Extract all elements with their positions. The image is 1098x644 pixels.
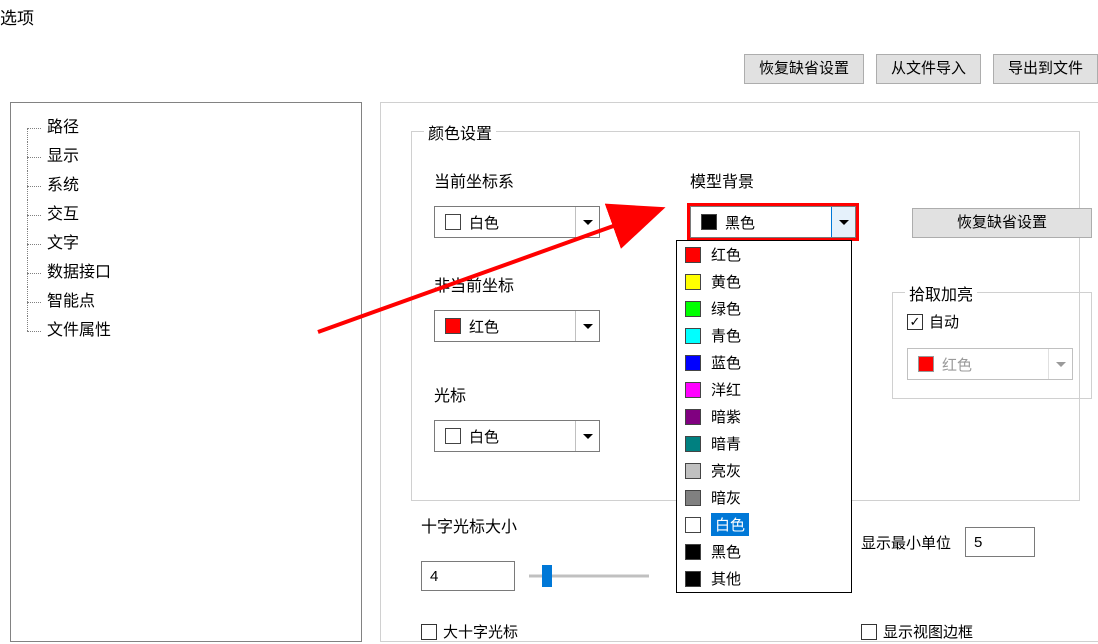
color-swatch [445, 318, 461, 334]
color-swatch [685, 382, 701, 398]
min-unit-label: 显示最小单位 [861, 532, 951, 553]
dropdown-item[interactable]: 白色 [677, 511, 851, 538]
dropdown-item[interactable]: 黄色 [677, 268, 851, 295]
color-swatch [685, 328, 701, 344]
cursor-color-combo[interactable]: 白色 [434, 420, 600, 452]
color-swatch [685, 490, 701, 506]
cross-cursor-size-slider[interactable] [529, 564, 649, 588]
color-swatch [685, 463, 701, 479]
min-unit-input[interactable] [965, 527, 1035, 557]
auto-highlight-checkbox[interactable]: ✓ 自动 [907, 311, 1077, 332]
color-swatch [685, 409, 701, 425]
show-view-border-checkbox[interactable]: 显示视图边框 [861, 621, 973, 642]
chevron-down-icon [575, 207, 599, 237]
dropdown-item[interactable]: 洋红 [677, 376, 851, 403]
tree-item[interactable]: 路径 [19, 113, 353, 142]
color-swatch [685, 517, 701, 533]
tree-item[interactable]: 智能点 [19, 287, 353, 316]
checkbox-icon [421, 624, 437, 640]
restore-defaults-button[interactable]: 恢复缺省设置 [744, 54, 864, 84]
dropdown-item[interactable]: 蓝色 [677, 349, 851, 376]
chevron-down-icon [1048, 349, 1072, 379]
color-swatch [918, 356, 934, 372]
color-swatch [685, 544, 701, 560]
dropdown-item[interactable]: 青色 [677, 322, 851, 349]
non-current-coord-label: 非当前坐标 [434, 272, 600, 296]
color-swatch [685, 301, 701, 317]
color-swatch [685, 436, 701, 452]
color-dropdown-list[interactable]: 红色黄色绿色青色蓝色洋红暗紫暗青亮灰暗灰白色黑色其他 [676, 240, 852, 593]
cross-cursor-size-input[interactable] [421, 561, 515, 591]
top-button-bar: 恢复缺省设置 从文件导入 导出到文件 [744, 54, 1098, 84]
non-current-coord-combo[interactable]: 红色 [434, 310, 600, 342]
big-cross-cursor-checkbox[interactable]: 大十字光标 [421, 621, 649, 642]
model-bg-combo[interactable]: 黑色 [690, 206, 856, 238]
current-coord-label: 当前坐标系 [434, 168, 600, 192]
dropdown-item[interactable]: 暗青 [677, 430, 851, 457]
tree-item[interactable]: 文字 [19, 229, 353, 258]
current-coord-combo[interactable]: 白色 [434, 206, 600, 238]
color-swatch [445, 214, 461, 230]
highlight-group-title: 拾取加亮 [905, 281, 977, 305]
tree-item[interactable]: 系统 [19, 171, 353, 200]
chevron-down-icon [831, 207, 855, 237]
chevron-down-icon [575, 311, 599, 341]
color-swatch [685, 247, 701, 263]
color-swatch [701, 214, 717, 230]
export-to-file-button[interactable]: 导出到文件 [993, 54, 1098, 84]
tree-item[interactable]: 文件属性 [19, 316, 353, 345]
color-swatch [445, 428, 461, 444]
dropdown-item[interactable]: 红色 [677, 241, 851, 268]
tree-item[interactable]: 显示 [19, 142, 353, 171]
window-title: 选项 [0, 4, 34, 29]
dropdown-item[interactable]: 黑色 [677, 538, 851, 565]
group-title: 颜色设置 [424, 120, 496, 144]
dropdown-item[interactable]: 其他 [677, 565, 851, 592]
dropdown-item[interactable]: 暗灰 [677, 484, 851, 511]
restore-color-defaults-button[interactable]: 恢复缺省设置 [912, 208, 1092, 238]
import-from-file-button[interactable]: 从文件导入 [876, 54, 981, 84]
dropdown-item[interactable]: 亮灰 [677, 457, 851, 484]
dropdown-item[interactable]: 绿色 [677, 295, 851, 322]
tree-item[interactable]: 数据接口 [19, 258, 353, 287]
slider-thumb[interactable] [542, 565, 552, 587]
tree-item[interactable]: 交互 [19, 200, 353, 229]
chevron-down-icon [575, 421, 599, 451]
checkbox-icon: ✓ [907, 314, 923, 330]
color-swatch [685, 355, 701, 371]
color-swatch [685, 274, 701, 290]
cursor-color-label: 光标 [434, 382, 600, 406]
cross-cursor-size-label: 十字光标大小 [421, 513, 649, 537]
color-swatch [685, 571, 701, 587]
category-tree: 路径 显示 系统 交互 文字 数据接口 智能点 文件属性 [10, 102, 362, 642]
checkbox-icon [861, 624, 877, 640]
model-bg-label: 模型背景 [690, 168, 856, 192]
highlight-color-combo: 红色 [907, 348, 1073, 380]
dropdown-item[interactable]: 暗紫 [677, 403, 851, 430]
